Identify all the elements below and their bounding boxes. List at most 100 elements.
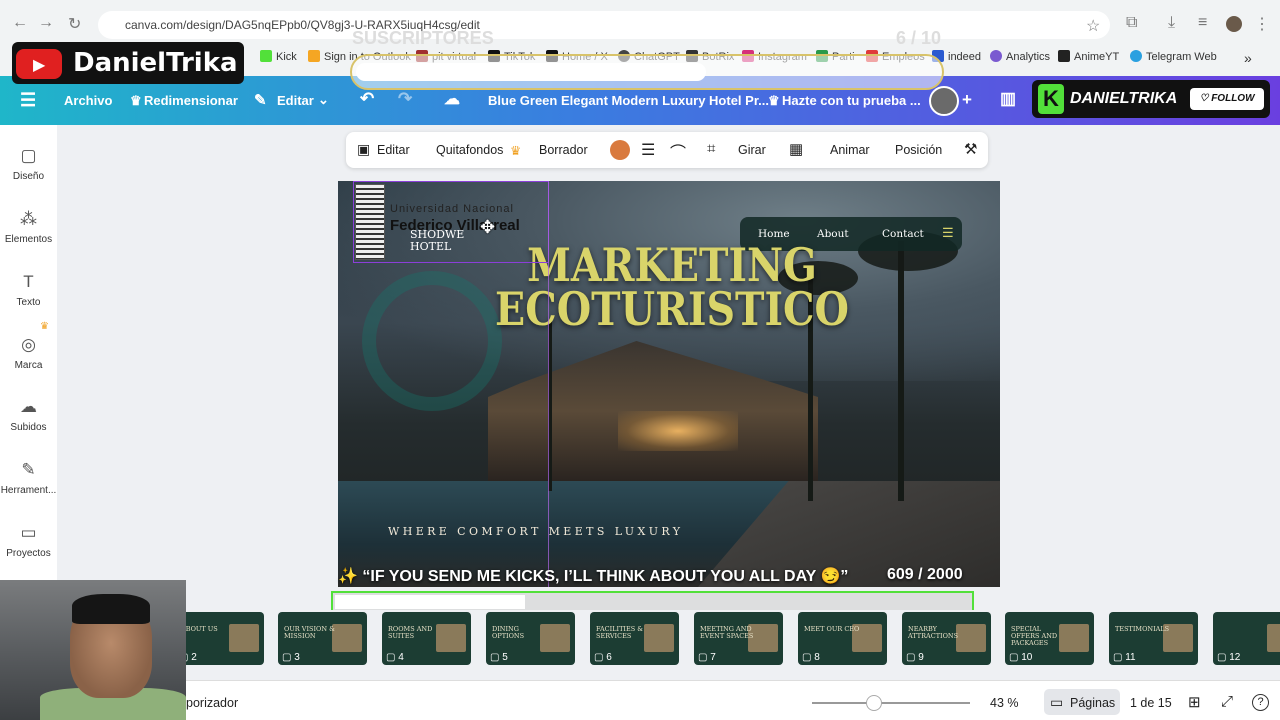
archivo-menu[interactable]: Archivo (64, 93, 112, 108)
paint-format-icon[interactable]: ⚒ (964, 140, 977, 158)
page-number: 11 (1125, 652, 1136, 663)
thumbnail-title: OUR VISION & MISSION (284, 625, 335, 640)
crop-icon[interactable]: ⌗ (707, 140, 715, 157)
analytics-icon[interactable]: ▥ (1000, 89, 1016, 109)
slide-menu-icon: ☰ (942, 226, 954, 241)
extensions-icon[interactable]: ⧉ (1126, 14, 1137, 32)
follow-label: FOLLOW (1211, 93, 1255, 104)
bookmark-label: indeed (948, 51, 982, 63)
fullscreen-icon[interactable]: ⤢ (1221, 693, 1233, 710)
document-title[interactable]: Blue Green Elegant Modern Luxury Hotel P… (488, 93, 769, 108)
bookmark-kick[interactable]: Kick (260, 50, 297, 63)
bookmark-animeyt[interactable]: AnimeYT (1058, 50, 1119, 63)
bookmark-star-icon[interactable]: ☆ (1086, 16, 1100, 36)
editar-dropdown[interactable]: Editar (277, 93, 314, 108)
zoom-slider-track[interactable] (812, 702, 970, 704)
zoom-level[interactable]: 43 % (990, 696, 1019, 710)
transparency-icon[interactable]: ▦ (789, 140, 803, 158)
zoom-slider-handle[interactable] (866, 695, 882, 711)
animar-button[interactable]: Animar (830, 143, 870, 157)
page-thumbnail[interactable]: MEET OUR CEO ▢ 8 (798, 612, 887, 665)
page-number: 7 (710, 652, 716, 663)
comment-icon: ▢ (594, 652, 607, 663)
corner-rounding-icon[interactable]: ⌒ (670, 139, 686, 163)
color-swatch[interactable] (610, 140, 630, 160)
forward-icon[interactable]: → (38, 14, 54, 32)
page-thumbnail[interactable]: SPECIAL OFFERS AND PACKAGES ▢ 10 (1005, 612, 1094, 665)
more-bookmarks-icon[interactable]: » (1244, 50, 1252, 66)
girar-button[interactable]: Girar (738, 143, 766, 157)
editar-image-button[interactable]: Editar (377, 143, 410, 157)
thumbnail-page-number: ▢ 11 (1113, 652, 1136, 663)
posicion-button[interactable]: Posición (895, 143, 942, 157)
cloud-saved-icon[interactable]: ☁ (444, 89, 460, 109)
avatar[interactable] (929, 86, 959, 116)
media-icon[interactable]: ≡ (1198, 14, 1207, 32)
comment-icon: ▢ (1009, 652, 1022, 663)
grid-view-icon[interactable]: ⊞ (1188, 693, 1201, 711)
thumbnail-page-number: ▢ 9 (906, 652, 924, 663)
comment-icon: ▢ (1217, 652, 1230, 663)
page-thumbnail[interactable]: ROOMS AND SUITES ▢ 4 (382, 612, 471, 665)
slide-title-line2[interactable]: ECOTURISTICO (448, 285, 895, 333)
trial-promo-button[interactable]: Hazte con tu prueba ... (782, 93, 921, 108)
page-thumbnail[interactable]: MEETING AND EVENT SPACES ▢ 7 (694, 612, 783, 665)
hamburger-menu-icon[interactable]: ☰ (20, 90, 36, 111)
menu-icon[interactable]: ⋮ (1254, 14, 1270, 34)
slide-tagline[interactable]: WHERE COMFORT MEETS LUXURY (388, 525, 683, 538)
help-icon[interactable]: ? (1252, 694, 1269, 711)
bookmark-analytics[interactable]: Analytics (990, 50, 1050, 63)
borrador-button[interactable]: Borrador (539, 143, 588, 157)
page-thumbnail[interactable]: ▢ 12 (1213, 612, 1280, 665)
page-thumbnail[interactable]: NEARBY ATTRACTIONS ▢ 9 (902, 612, 991, 665)
back-icon[interactable]: ← (12, 14, 28, 32)
profile-avatar[interactable] (1226, 16, 1242, 32)
sidebar-item-elementos[interactable]: ⁂ Elementos (0, 209, 57, 245)
sidebar-item-herramientas[interactable]: ✎ Herrament... (0, 460, 57, 496)
slide-nav-about: About (817, 228, 849, 240)
thumbnail-photo (1267, 624, 1280, 652)
border-style-icon[interactable]: ☰ (641, 140, 655, 160)
sidebar-item-label: Elementos (4, 234, 53, 245)
undo-icon[interactable]: ↶ (360, 89, 374, 109)
comment-icon: ▢ (386, 652, 399, 663)
webcam-person-hair (72, 594, 150, 624)
chevron-down-icon[interactable]: ⌄ (318, 92, 329, 108)
reload-icon[interactable]: ↻ (68, 14, 81, 34)
page-counter[interactable]: 1 de 15 (1130, 696, 1172, 710)
crown-icon: ♛ (40, 321, 49, 332)
sidebar-item-marca[interactable]: ◎ Marca (0, 335, 57, 371)
thumbnail-page-number: ▢ 6 (594, 652, 612, 663)
page-thumbnail[interactable]: ABOUT US▢ 2 (175, 612, 264, 665)
sidebar-item-proyectos[interactable]: ▭ Proyectos (0, 523, 57, 559)
upload-icon: ☁ (20, 397, 37, 416)
timer-button[interactable]: porizador (186, 696, 238, 710)
crown-icon: ♛ (768, 93, 780, 108)
sidebar-item-subidos[interactable]: ☁ Subidos (0, 397, 57, 433)
text-icon: T (23, 272, 34, 291)
layout-icon: ▢ (20, 146, 37, 165)
redimensionar-button[interactable]: Redimensionar (144, 93, 238, 108)
page-thumbnail[interactable]: DINING OPTIONS ▢ 5 (486, 612, 575, 665)
bookmark-telegram[interactable]: Telegram Web (1130, 50, 1217, 63)
comment-icon: ▢ (1113, 652, 1126, 663)
page-thumbnail[interactable]: TESTIMONIALS ▢ 11 (1109, 612, 1198, 665)
add-icon[interactable]: + (962, 90, 972, 110)
kicks-goal-fill (335, 595, 525, 609)
page-number: 2 (191, 652, 197, 663)
sidebar-item-diseno[interactable]: ▢ Diseño (0, 146, 57, 182)
page-thumbnail[interactable]: FACILITIES & SERVICES ▢ 6 (590, 612, 679, 665)
move-cursor-icon: ✥ (480, 217, 496, 237)
download-icon[interactable]: ⤓ (1168, 14, 1175, 32)
thumbnail-title: ABOUT US (181, 625, 218, 633)
redo-icon[interactable]: ↷ (398, 89, 412, 109)
tools-icon: ✎ (21, 460, 36, 479)
slide-canvas[interactable]: Home About Contact ☰ MARKETING ECOTURIST… (338, 181, 1000, 587)
quitafondos-button[interactable]: Quitafondos (436, 143, 503, 157)
sidebar-item-label: Texto (16, 297, 41, 308)
selection-box[interactable] (353, 181, 549, 263)
sidebar-item-label: Herrament... (0, 485, 57, 496)
thumbnail-page-number: ▢ 7 (698, 652, 716, 663)
sidebar-item-texto[interactable]: T Texto (0, 272, 57, 308)
page-thumbnail[interactable]: OUR VISION & MISSION ▢ 3 (278, 612, 367, 665)
